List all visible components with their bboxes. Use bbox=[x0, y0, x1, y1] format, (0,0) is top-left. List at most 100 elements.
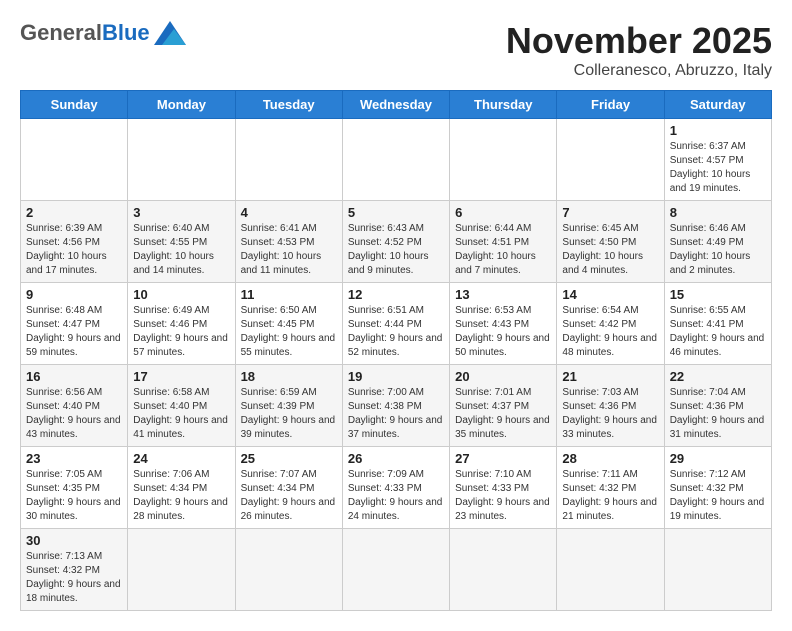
day-info: Sunrise: 6:51 AM Sunset: 4:44 PM Dayligh… bbox=[348, 304, 444, 360]
weekday-header-saturday: Saturday bbox=[664, 91, 771, 119]
calendar-cell: 28Sunrise: 7:11 AM Sunset: 4:32 PM Dayli… bbox=[557, 447, 664, 529]
weekday-header-monday: Monday bbox=[128, 91, 235, 119]
day-info: Sunrise: 6:40 AM Sunset: 4:55 PM Dayligh… bbox=[133, 222, 229, 278]
day-info: Sunrise: 6:56 AM Sunset: 4:40 PM Dayligh… bbox=[26, 386, 122, 442]
calendar-cell: 4Sunrise: 6:41 AM Sunset: 4:53 PM Daylig… bbox=[235, 201, 342, 283]
day-number: 15 bbox=[670, 287, 766, 302]
header: General Blue November 2025 Colleranesco,… bbox=[20, 20, 772, 80]
day-info: Sunrise: 7:01 AM Sunset: 4:37 PM Dayligh… bbox=[455, 386, 551, 442]
calendar-cell bbox=[342, 529, 449, 611]
month-title: November 2025 bbox=[506, 20, 772, 62]
calendar-cell bbox=[557, 119, 664, 201]
calendar-cell: 11 Sunrise: 6:50 AM Sunset: 4:45 PM Dayli… bbox=[235, 283, 342, 365]
calendar-cell: 8 Sunrise: 6:46 AM Sunset: 4:49 PM Daylig… bbox=[664, 201, 771, 283]
weekday-header-friday: Friday bbox=[557, 91, 664, 119]
day-number: 23 bbox=[26, 451, 122, 466]
weekday-header-row: SundayMondayTuesdayWednesdayThursdayFrid… bbox=[21, 91, 772, 119]
day-info: Sunrise: 7:04 AM Sunset: 4:36 PM Dayligh… bbox=[670, 386, 766, 442]
calendar-cell bbox=[342, 119, 449, 201]
calendar-week-row: 9Sunrise: 6:48 AM Sunset: 4:47 PM Daylig… bbox=[21, 283, 772, 365]
day-number: 17 bbox=[133, 369, 229, 384]
day-info: Sunrise: 7:12 AM Sunset: 4:32 PM Dayligh… bbox=[670, 468, 766, 524]
day-number: 11 bbox=[241, 287, 337, 302]
day-number: 22 bbox=[670, 369, 766, 384]
day-number: 6 bbox=[455, 205, 551, 220]
calendar-cell: 26 Sunrise: 7:09 AM Sunset: 4:33 PM Dayli… bbox=[342, 447, 449, 529]
day-info: Sunrise: 7:03 AM Sunset: 4:36 PM Dayligh… bbox=[562, 386, 658, 442]
day-info: Sunrise: 6:48 AM Sunset: 4:47 PM Dayligh… bbox=[26, 304, 122, 360]
title-section: November 2025 Colleranesco, Abruzzo, Ita… bbox=[506, 20, 772, 80]
weekday-header-tuesday: Tuesday bbox=[235, 91, 342, 119]
day-info: Sunrise: 6:54 AM Sunset: 4:42 PM Dayligh… bbox=[562, 304, 658, 360]
calendar-cell: 7Sunrise: 6:45 AM Sunset: 4:50 PM Daylig… bbox=[557, 201, 664, 283]
calendar-cell: 15 Sunrise: 6:55 AM Sunset: 4:41 PM Dayli… bbox=[664, 283, 771, 365]
calendar-cell bbox=[21, 119, 128, 201]
day-info: Sunrise: 6:46 AM Sunset: 4:49 PM Dayligh… bbox=[670, 222, 766, 278]
calendar-week-row: 2 Sunrise: 6:39 AM Sunset: 4:56 PM Daylig… bbox=[21, 201, 772, 283]
day-info: Sunrise: 6:39 AM Sunset: 4:56 PM Dayligh… bbox=[26, 222, 122, 278]
calendar-cell: 19 Sunrise: 7:00 AM Sunset: 4:38 PM Dayli… bbox=[342, 365, 449, 447]
day-number: 28 bbox=[562, 451, 658, 466]
day-info: Sunrise: 7:07 AM Sunset: 4:34 PM Dayligh… bbox=[241, 468, 337, 524]
calendar-cell: 24 Sunrise: 7:06 AM Sunset: 4:34 PM Dayli… bbox=[128, 447, 235, 529]
calendar-cell: 10Sunrise: 6:49 AM Sunset: 4:46 PM Dayli… bbox=[128, 283, 235, 365]
calendar-cell bbox=[664, 529, 771, 611]
day-number: 13 bbox=[455, 287, 551, 302]
day-info: Sunrise: 7:10 AM Sunset: 4:33 PM Dayligh… bbox=[455, 468, 551, 524]
calendar-cell bbox=[557, 529, 664, 611]
day-info: Sunrise: 7:13 AM Sunset: 4:32 PM Dayligh… bbox=[26, 550, 122, 606]
day-info: Sunrise: 6:59 AM Sunset: 4:39 PM Dayligh… bbox=[241, 386, 337, 442]
calendar-cell bbox=[450, 529, 557, 611]
day-number: 18 bbox=[241, 369, 337, 384]
calendar-cell: 30 Sunrise: 7:13 AM Sunset: 4:32 PM Dayli… bbox=[21, 529, 128, 611]
day-info: Sunrise: 6:50 AM Sunset: 4:45 PM Dayligh… bbox=[241, 304, 337, 360]
day-info: Sunrise: 6:37 AM Sunset: 4:57 PM Dayligh… bbox=[670, 140, 766, 196]
day-info: Sunrise: 7:09 AM Sunset: 4:33 PM Dayligh… bbox=[348, 468, 444, 524]
day-info: Sunrise: 6:49 AM Sunset: 4:46 PM Dayligh… bbox=[133, 304, 229, 360]
day-number: 8 bbox=[670, 205, 766, 220]
day-info: Sunrise: 7:00 AM Sunset: 4:38 PM Dayligh… bbox=[348, 386, 444, 442]
day-number: 3 bbox=[133, 205, 229, 220]
calendar-cell: 9Sunrise: 6:48 AM Sunset: 4:47 PM Daylig… bbox=[21, 283, 128, 365]
calendar-cell: 23 Sunrise: 7:05 AM Sunset: 4:35 PM Dayli… bbox=[21, 447, 128, 529]
day-info: Sunrise: 6:55 AM Sunset: 4:41 PM Dayligh… bbox=[670, 304, 766, 360]
day-number: 16 bbox=[26, 369, 122, 384]
day-number: 21 bbox=[562, 369, 658, 384]
logo-general-text: General bbox=[20, 20, 102, 46]
day-info: Sunrise: 6:44 AM Sunset: 4:51 PM Dayligh… bbox=[455, 222, 551, 278]
calendar-week-row: 23 Sunrise: 7:05 AM Sunset: 4:35 PM Dayli… bbox=[21, 447, 772, 529]
calendar-cell: 3 Sunrise: 6:40 AM Sunset: 4:55 PM Daylig… bbox=[128, 201, 235, 283]
calendar-cell: 18 Sunrise: 6:59 AM Sunset: 4:39 PM Dayli… bbox=[235, 365, 342, 447]
day-number: 24 bbox=[133, 451, 229, 466]
day-number: 30 bbox=[26, 533, 122, 548]
calendar-cell: 21 Sunrise: 7:03 AM Sunset: 4:36 PM Dayli… bbox=[557, 365, 664, 447]
calendar-week-row: 30 Sunrise: 7:13 AM Sunset: 4:32 PM Dayli… bbox=[21, 529, 772, 611]
day-number: 5 bbox=[348, 205, 444, 220]
calendar-cell: 14Sunrise: 6:54 AM Sunset: 4:42 PM Dayli… bbox=[557, 283, 664, 365]
calendar-cell: 29 Sunrise: 7:12 AM Sunset: 4:32 PM Dayli… bbox=[664, 447, 771, 529]
calendar-cell bbox=[235, 119, 342, 201]
day-info: Sunrise: 7:05 AM Sunset: 4:35 PM Dayligh… bbox=[26, 468, 122, 524]
calendar-cell: 1Sunrise: 6:37 AM Sunset: 4:57 PM Daylig… bbox=[664, 119, 771, 201]
day-number: 27 bbox=[455, 451, 551, 466]
day-number: 26 bbox=[348, 451, 444, 466]
calendar-cell bbox=[128, 119, 235, 201]
day-number: 2 bbox=[26, 205, 122, 220]
calendar-cell: 5Sunrise: 6:43 AM Sunset: 4:52 PM Daylig… bbox=[342, 201, 449, 283]
calendar-cell bbox=[128, 529, 235, 611]
location-title: Colleranesco, Abruzzo, Italy bbox=[506, 62, 772, 80]
day-info: Sunrise: 7:06 AM Sunset: 4:34 PM Dayligh… bbox=[133, 468, 229, 524]
weekday-header-sunday: Sunday bbox=[21, 91, 128, 119]
day-info: Sunrise: 6:45 AM Sunset: 4:50 PM Dayligh… bbox=[562, 222, 658, 278]
calendar-cell: 2 Sunrise: 6:39 AM Sunset: 4:56 PM Daylig… bbox=[21, 201, 128, 283]
weekday-header-thursday: Thursday bbox=[450, 91, 557, 119]
day-number: 25 bbox=[241, 451, 337, 466]
day-number: 29 bbox=[670, 451, 766, 466]
weekday-header-wednesday: Wednesday bbox=[342, 91, 449, 119]
calendar-cell: 20 Sunrise: 7:01 AM Sunset: 4:37 PM Dayli… bbox=[450, 365, 557, 447]
logo-blue-text: Blue bbox=[102, 20, 150, 46]
day-number: 19 bbox=[348, 369, 444, 384]
day-info: Sunrise: 6:41 AM Sunset: 4:53 PM Dayligh… bbox=[241, 222, 337, 278]
calendar-cell: 6 Sunrise: 6:44 AM Sunset: 4:51 PM Daylig… bbox=[450, 201, 557, 283]
day-number: 20 bbox=[455, 369, 551, 384]
